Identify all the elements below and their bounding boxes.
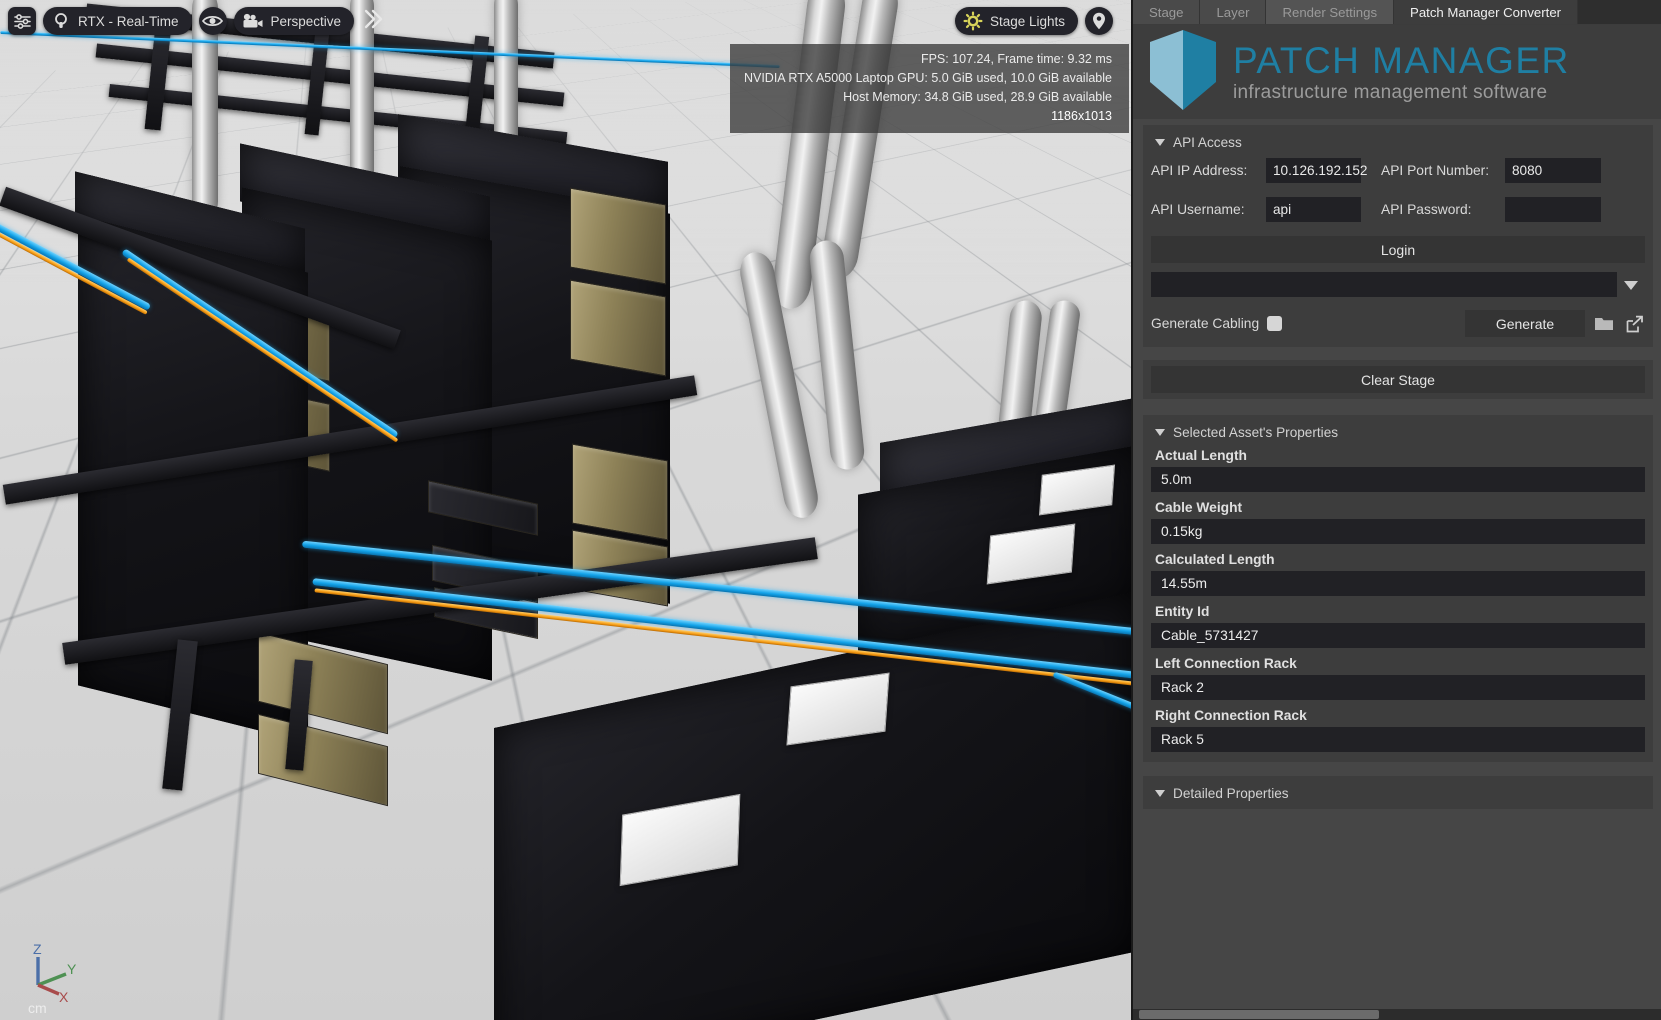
brand-header: PATCH MANAGER infrastructure management … bbox=[1133, 25, 1661, 119]
viewport-pin-button[interactable] bbox=[1085, 7, 1113, 35]
api-credentials-row: API Username: api API Password: bbox=[1151, 197, 1645, 222]
right-connection-rack-value[interactable]: Rack 5 bbox=[1151, 727, 1645, 752]
api-username-input[interactable]: api bbox=[1266, 197, 1361, 222]
server-unit[interactable] bbox=[570, 187, 666, 285]
api-access-title: API Access bbox=[1173, 135, 1242, 150]
visibility-toggle-button[interactable] bbox=[198, 7, 227, 35]
tab-patch-manager-converter[interactable]: Patch Manager Converter bbox=[1394, 0, 1579, 24]
generate-cabling-label: Generate Cabling bbox=[1151, 316, 1260, 331]
generate-button[interactable]: Generate bbox=[1465, 310, 1585, 337]
detailed-properties-section-header[interactable]: Detailed Properties bbox=[1151, 782, 1645, 803]
renderer-mode-label: RTX - Real-Time bbox=[78, 13, 179, 29]
folder-icon[interactable] bbox=[1593, 313, 1615, 335]
stats-fps-line: FPS: 107.24, Frame time: 9.32 ms bbox=[920, 52, 1112, 66]
movie-camera-icon bbox=[242, 13, 264, 29]
detailed-properties-title: Detailed Properties bbox=[1173, 786, 1289, 801]
viewport-settings-button[interactable] bbox=[8, 7, 36, 35]
axis-label-y: Y bbox=[67, 961, 77, 977]
panel-horizontal-scrollbar[interactable] bbox=[1133, 1009, 1661, 1020]
left-connection-rack-label: Left Connection Rack bbox=[1155, 656, 1297, 671]
generate-cabling-row: Generate Cabling Generate bbox=[1151, 310, 1645, 337]
server-unit[interactable] bbox=[570, 279, 666, 377]
chevron-down-icon bbox=[1155, 429, 1165, 436]
double-chevron-right-icon bbox=[363, 9, 383, 34]
api-endpoint-dropdown-value[interactable] bbox=[1151, 272, 1617, 297]
clear-stage-card: Clear Stage bbox=[1143, 360, 1653, 399]
generate-actions: Generate bbox=[1465, 310, 1645, 337]
entity-id-value[interactable]: Cable_5731427 bbox=[1151, 623, 1645, 648]
axis-gizmo[interactable]: Z Y X bbox=[22, 941, 88, 1008]
generate-cabling-checkbox[interactable] bbox=[1267, 316, 1283, 331]
brand-text: PATCH MANAGER infrastructure management … bbox=[1233, 39, 1570, 104]
stats-memory-line: Host Memory: 34.8 GiB used, 28.9 GiB ava… bbox=[843, 90, 1112, 104]
panel-body: API Access API IP Address: 10.126.192.15… bbox=[1133, 119, 1661, 1020]
stats-gpu-line: NVIDIA RTX A5000 Laptop GPU: 5.0 GiB use… bbox=[743, 71, 1112, 85]
api-ip-row: API IP Address: 10.126.192.152 API Port … bbox=[1151, 158, 1645, 183]
share-export-icon[interactable] bbox=[1623, 313, 1645, 335]
performance-stats-overlay: FPS: 107.24, Frame time: 9.32 ms NVIDIA … bbox=[729, 44, 1129, 133]
renderer-mode-button[interactable]: RTX - Real-Time bbox=[43, 7, 192, 35]
selected-asset-section-header[interactable]: Selected Asset's Properties bbox=[1151, 421, 1645, 444]
right-connection-rack-label: Right Connection Rack bbox=[1155, 708, 1307, 723]
sun-icon bbox=[963, 11, 983, 31]
detailed-properties-card: Detailed Properties bbox=[1143, 776, 1653, 809]
login-button[interactable]: Login bbox=[1151, 236, 1645, 263]
api-password-label: API Password: bbox=[1381, 202, 1472, 217]
chevron-down-icon bbox=[1155, 790, 1165, 797]
server-unit[interactable] bbox=[572, 443, 668, 541]
brand-title: PATCH MANAGER bbox=[1233, 39, 1570, 81]
left-connection-rack-value[interactable]: Rack 2 bbox=[1151, 675, 1645, 700]
api-access-card: API Access API IP Address: 10.126.192.15… bbox=[1143, 125, 1653, 347]
api-access-section-header[interactable]: API Access bbox=[1151, 131, 1645, 158]
viewport-unit-label: cm bbox=[28, 1000, 47, 1016]
tab-render-settings[interactable]: Render Settings bbox=[1266, 0, 1395, 24]
eye-icon bbox=[202, 14, 224, 28]
cable-weight-value[interactable]: 0.15kg bbox=[1151, 519, 1645, 544]
application-window: RTX - Real-Time Perspective Stage Lights… bbox=[0, 0, 1661, 1020]
tab-stage[interactable]: Stage bbox=[1133, 0, 1201, 24]
api-ip-input[interactable]: 10.126.192.152 bbox=[1266, 158, 1368, 183]
api-username-label: API Username: bbox=[1151, 202, 1245, 217]
cable-weight-label: Cable Weight bbox=[1155, 500, 1243, 515]
axis-label-x: X bbox=[59, 989, 69, 1003]
brand-subtitle: infrastructure management software bbox=[1233, 81, 1548, 103]
selected-asset-properties-card: Selected Asset's Properties Actual Lengt… bbox=[1143, 415, 1653, 762]
stage-lights-label: Stage Lights bbox=[989, 13, 1065, 29]
stage-lights-button[interactable]: Stage Lights bbox=[954, 7, 1078, 35]
panel-tab-bar: Stage Layer Render Settings Patch Manage… bbox=[1133, 0, 1661, 25]
entity-id-label: Entity Id bbox=[1155, 604, 1210, 619]
api-password-input[interactable] bbox=[1505, 197, 1601, 222]
camera-mode-button[interactable]: Perspective bbox=[233, 7, 355, 35]
api-ip-label: API IP Address: bbox=[1151, 163, 1248, 178]
calculated-length-value[interactable]: 14.55m bbox=[1151, 571, 1645, 596]
viewport-3d[interactable]: RTX - Real-Time Perspective Stage Lights… bbox=[0, 0, 1131, 1020]
right-panel: Stage Layer Render Settings Patch Manage… bbox=[1131, 0, 1661, 1020]
lightbulb-icon bbox=[51, 11, 71, 31]
api-endpoint-dropdown[interactable] bbox=[1151, 272, 1645, 298]
actual-length-value[interactable]: 5.0m bbox=[1151, 467, 1645, 492]
selected-asset-title: Selected Asset's Properties bbox=[1173, 425, 1339, 440]
map-pin-icon bbox=[1092, 12, 1106, 30]
stats-resolution-line: 1186x1013 bbox=[1051, 109, 1112, 123]
chevron-down-icon[interactable] bbox=[1617, 272, 1645, 298]
toolbar-expand-button[interactable] bbox=[361, 8, 385, 35]
axis-label-z: Z bbox=[33, 941, 42, 957]
chevron-down-icon bbox=[1155, 139, 1165, 146]
api-port-input[interactable]: 8080 bbox=[1505, 158, 1601, 183]
tab-layer[interactable]: Layer bbox=[1200, 0, 1267, 24]
shield-logo-icon bbox=[1145, 28, 1221, 117]
camera-mode-label: Perspective bbox=[270, 13, 342, 29]
panel-scrollbar-thumb[interactable] bbox=[1139, 1010, 1379, 1019]
calculated-length-label: Calculated Length bbox=[1155, 552, 1275, 567]
clear-stage-button[interactable]: Clear Stage bbox=[1151, 366, 1645, 393]
actual-length-label: Actual Length bbox=[1155, 448, 1247, 463]
viewport-toolbar-left: RTX - Real-Time Perspective bbox=[8, 7, 385, 35]
api-port-label: API Port Number: bbox=[1381, 163, 1490, 178]
viewport-toolbar-right: Stage Lights bbox=[954, 7, 1113, 35]
